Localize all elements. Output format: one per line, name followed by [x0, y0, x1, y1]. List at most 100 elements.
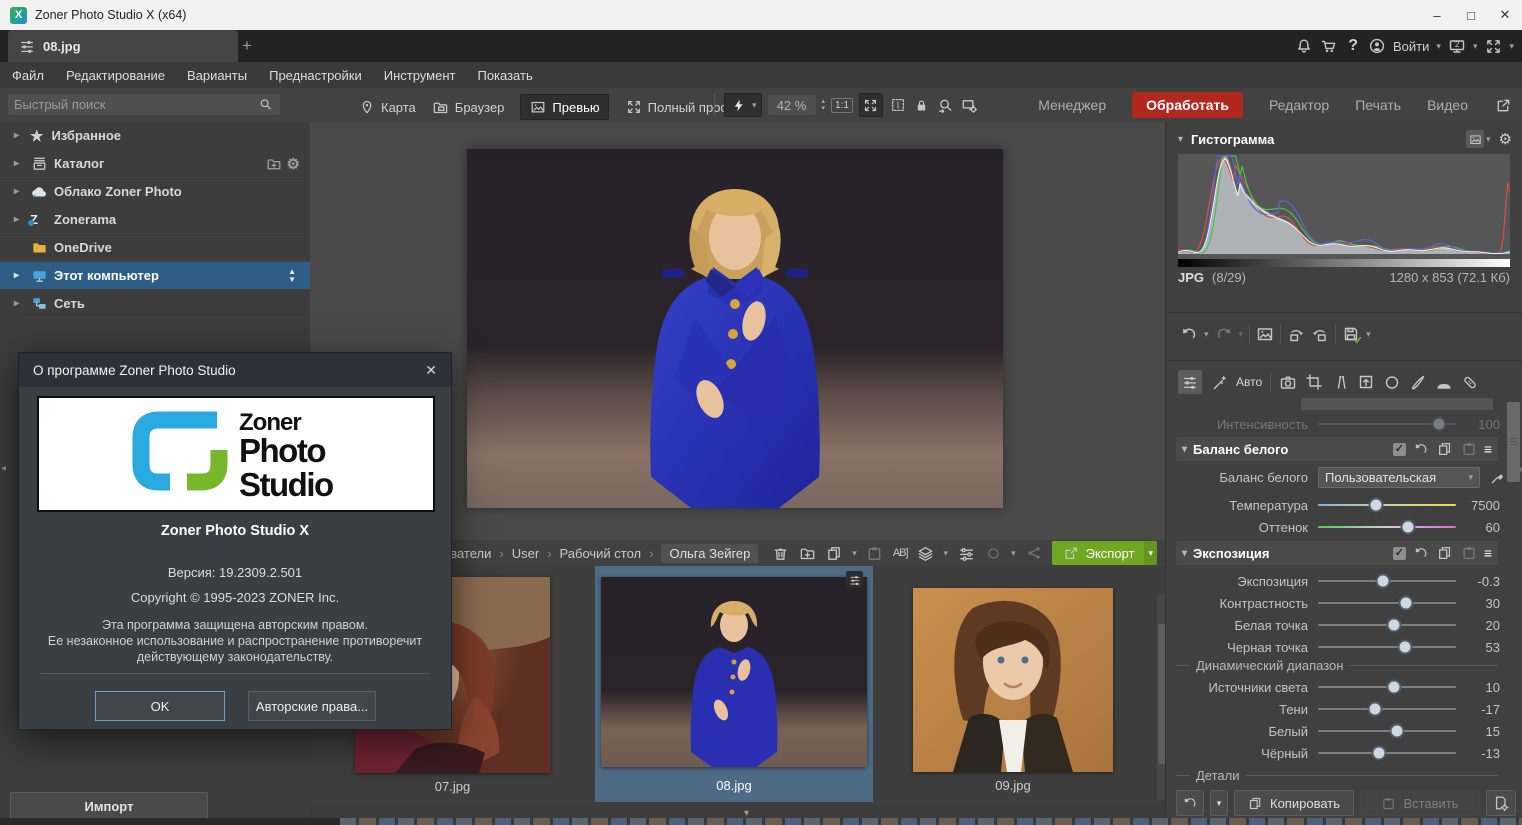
slider-thumb[interactable] — [1397, 640, 1412, 655]
new-tab-button[interactable]: + — [236, 35, 258, 57]
browser-button[interactable]: Браузер — [432, 98, 505, 116]
tab-08jpg[interactable]: 08.jpg — [8, 30, 238, 62]
slider-track[interactable] — [1318, 646, 1456, 648]
display-layout-icon[interactable]: 2 — [1448, 37, 1466, 55]
slider-thumb[interactable] — [1375, 574, 1390, 589]
expand-arrow-icon[interactable]: ▸ — [14, 130, 30, 141]
notifications-bell-icon[interactable] — [1295, 37, 1313, 55]
rotate-left-icon[interactable] — [1287, 325, 1305, 343]
copy-dropdown-icon[interactable]: ▾ — [852, 548, 857, 559]
enabled-checkbox[interactable]: ✓ — [1393, 443, 1406, 456]
collapse-arrow-icon[interactable]: ▾ — [1182, 444, 1187, 455]
export-dropdown-icon[interactable]: ▾ — [1144, 541, 1157, 565]
copy-icon[interactable] — [825, 544, 843, 562]
menu-view[interactable]: Показать — [477, 68, 532, 83]
slider-thumb[interactable] — [1386, 680, 1401, 695]
cart-icon[interactable] — [1320, 37, 1338, 55]
undock-icon[interactable] — [1494, 96, 1512, 114]
sidebar-item-network[interactable]: ▸Сеть — [0, 290, 310, 318]
map-button[interactable]: Карта — [358, 98, 416, 116]
export-button[interactable]: Экспорт ▾ — [1052, 541, 1157, 565]
login-dropdown-icon[interactable]: ▾ — [1436, 41, 1441, 52]
slider-thumb[interactable] — [1399, 596, 1414, 611]
close-button[interactable]: ✕ — [1488, 2, 1522, 28]
slider-track[interactable] — [1318, 708, 1456, 710]
copyrights-button[interactable]: Авторские права... — [248, 691, 376, 721]
section-exposure[interactable]: ▾ Экспозиция ✓ ≡ — [1176, 541, 1498, 565]
section-menu-icon[interactable]: ≡ — [1484, 545, 1492, 561]
save-icon[interactable]: ✓ — [1342, 325, 1360, 343]
maximize-button[interactable]: □ — [1454, 2, 1488, 28]
layers-dropdown-icon[interactable]: ▾ — [944, 548, 949, 559]
panel-undo-dropdown-icon[interactable]: ▾ — [1210, 790, 1228, 816]
mode-manager[interactable]: Менеджер — [1038, 97, 1106, 113]
preview-button-active[interactable]: Превью — [520, 94, 608, 120]
tool-gradient-filter-icon[interactable] — [1435, 373, 1453, 391]
zoom-stepper[interactable]: ▴▾ — [822, 98, 826, 112]
thumbnail-08jpg-selected[interactable]: 08.jpg — [595, 566, 873, 802]
rotate-right-icon[interactable] — [1311, 325, 1329, 343]
slider-track[interactable] — [1318, 504, 1456, 506]
ok-button[interactable]: OK — [95, 691, 225, 721]
expand-arrow-icon[interactable]: ▸ — [14, 186, 30, 197]
view-options-icon[interactable] — [957, 544, 975, 562]
thumbnail-09jpg[interactable]: 09.jpg — [913, 588, 1113, 793]
bottom-mini-filmstrip[interactable] — [340, 818, 1522, 825]
delete-trash-icon[interactable] — [771, 544, 789, 562]
slider-track[interactable] — [1318, 580, 1456, 582]
slider-thumb[interactable] — [1371, 746, 1386, 761]
login-link[interactable]: Войти — [1393, 39, 1429, 54]
compare-original-icon[interactable] — [1256, 325, 1274, 343]
copy-settings-button[interactable]: Копировать — [1234, 790, 1354, 816]
undo-dropdown-icon[interactable]: ▾ — [1204, 329, 1209, 340]
tool-magic-wand-icon[interactable] — [1210, 373, 1228, 391]
slider-thumb[interactable] — [1367, 702, 1382, 717]
new-folder-icon[interactable] — [798, 544, 816, 562]
histogram-settings-gear-icon[interactable]: ⚙ — [1499, 130, 1512, 148]
sidebar-item-favorites[interactable]: ▸★Избранное — [0, 122, 310, 150]
breadcrumb-current-folder[interactable]: Ольга Зейгер — [661, 544, 758, 563]
stack-layers-icon[interactable] — [917, 544, 935, 562]
mode-develop-active[interactable]: Обработать — [1132, 92, 1243, 118]
quick-search-input[interactable]: Быстрый поиск — [8, 94, 280, 115]
menu-tool[interactable]: Инструмент — [384, 68, 456, 83]
fit-to-screen-button[interactable] — [859, 93, 883, 117]
sidebar-collapse-arrow-icon[interactable]: ◂ — [1, 463, 6, 474]
main-photo-08jpg[interactable] — [467, 149, 1003, 508]
mode-print[interactable]: Печать — [1355, 97, 1401, 113]
tool-perspective-icon[interactable] — [1357, 373, 1375, 391]
undo-icon[interactable] — [1180, 325, 1198, 343]
breadcrumb-desktop[interactable]: Рабочий стол — [560, 546, 642, 561]
menu-presets[interactable]: Преднастройки — [269, 68, 362, 83]
section-menu-icon[interactable]: ≡ — [1484, 441, 1492, 457]
mode-editor[interactable]: Редактор — [1269, 97, 1329, 113]
rename-icon[interactable]: AB] — [893, 547, 908, 559]
preset-settings-button[interactable] — [1486, 790, 1516, 816]
import-button[interactable]: Импорт — [10, 792, 208, 821]
auto-enhance-bolt-button[interactable]: ▾ — [724, 93, 762, 117]
histogram-collapse-arrow-icon[interactable]: ▾ — [1178, 134, 1183, 145]
compare-loupe-icon[interactable] — [937, 96, 955, 114]
panel-scrollbar-thumb[interactable] — [1507, 402, 1520, 482]
slider-thumb[interactable] — [1389, 724, 1404, 739]
catalog-settings-gear-icon[interactable]: ⚙ — [287, 155, 300, 173]
wb-preset-dropdown[interactable]: Пользовательская▾ — [1318, 467, 1480, 488]
menu-edit[interactable]: Редактирование — [66, 68, 165, 83]
sidebar-item-this-pc[interactable]: ▸Этот компьютер ▲▼ — [0, 262, 310, 290]
histogram-mode-icon[interactable] — [1466, 130, 1484, 148]
expand-arrow-icon[interactable]: ▸ — [14, 298, 30, 309]
tool-adjustments-sliders-icon[interactable] — [1178, 370, 1202, 394]
section-white-balance[interactable]: ▾ Баланс белого ✓ ≡ — [1176, 437, 1498, 461]
copy-settings-icon[interactable] — [1436, 440, 1454, 458]
dialog-close-icon[interactable]: ✕ — [425, 362, 437, 379]
slider-thumb[interactable] — [1386, 618, 1401, 633]
tool-brush-icon[interactable] — [1409, 373, 1427, 391]
one-to-one-button[interactable]: 1:1 — [831, 98, 853, 113]
tool-camera-icon[interactable] — [1279, 373, 1297, 391]
sidebar-item-zoner-cloud[interactable]: ▸Облако Zoner Photo — [0, 178, 310, 206]
slider-track[interactable] — [1318, 730, 1456, 732]
reset-undo-icon[interactable] — [1412, 440, 1430, 458]
wb-eyedropper-icon[interactable] — [1488, 469, 1506, 487]
slider-track[interactable] — [1318, 526, 1456, 528]
sidebar-item-catalog[interactable]: ▸Каталог ⚙ — [0, 150, 310, 178]
